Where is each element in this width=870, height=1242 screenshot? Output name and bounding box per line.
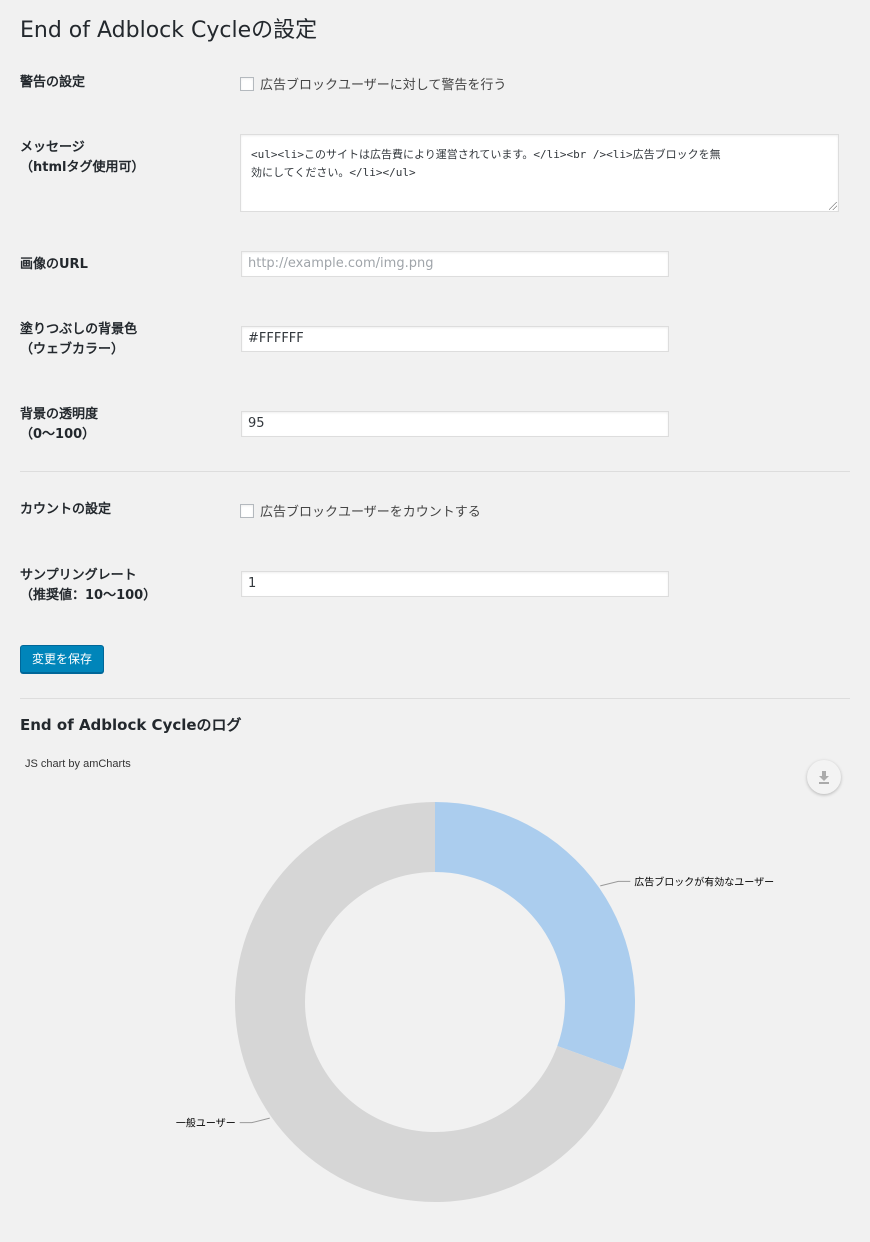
count-setting-label: カウントの設定	[20, 502, 112, 517]
message-label-line1: メッセージ	[20, 140, 85, 155]
donut-label-line-1	[239, 1117, 270, 1124]
image-url-input[interactable]: http://example.com/img.png	[241, 251, 669, 277]
image-url-label: 画像のURL	[20, 257, 88, 272]
bg-color-label-line1: 塗りつぶしの背景色	[20, 322, 138, 337]
donut-slice-0[interactable]	[435, 802, 635, 1070]
count-checkbox[interactable]	[240, 503, 254, 518]
opacity-label-line1: 背景の透明度	[20, 407, 99, 422]
message-text-line2: 効にしてください。</li></ul>	[251, 166, 416, 179]
textarea-resize-handle[interactable]	[829, 202, 837, 210]
warning-checkbox-label[interactable]: 広告ブロックユーザーに対して警告を行う	[260, 74, 506, 93]
bg-color-label-line2: （ウェブカラー）	[20, 342, 125, 357]
donut-label-1: 一般ユーザー	[176, 1117, 236, 1130]
warning-checkbox[interactable]	[240, 76, 254, 91]
donut-label-line-0	[600, 880, 631, 887]
section-divider	[20, 471, 850, 472]
sampling-rate-input[interactable]: 1	[241, 571, 669, 597]
donut-label-0: 広告ブロックが有効なユーザー	[634, 875, 774, 888]
log-title: End of Adblock Cycleのログ	[20, 716, 242, 734]
opacity-input[interactable]: 95	[241, 411, 669, 437]
message-label: メッセージ （htmlタグ使用可）	[20, 138, 144, 178]
opacity-label-line2: （0〜100）	[20, 427, 96, 442]
page-title: End of Adblock Cycleの設定	[20, 18, 318, 43]
warning-setting-label: 警告の設定	[20, 75, 86, 90]
sampling-rate-label: サンプリングレート （推奨値：10〜100）	[20, 566, 156, 606]
bg-color-input[interactable]: #FFFFFF	[241, 326, 669, 352]
chart-credit-link[interactable]: JS chart by amCharts	[25, 758, 131, 770]
sampling-rate-label-line2: （推奨値：10〜100）	[20, 588, 157, 603]
save-changes-button[interactable]: 変更を保存	[20, 645, 104, 673]
count-checkbox-label[interactable]: 広告ブロックユーザーをカウントする	[260, 501, 481, 520]
message-label-line2: （htmlタグ使用可）	[20, 160, 145, 175]
donut-chart: 広告ブロックが有効なユーザー一般ユーザー	[176, 802, 774, 1202]
sampling-rate-label-line1: サンプリングレート	[20, 568, 137, 583]
bg-color-label: 塗りつぶしの背景色 （ウェブカラー）	[20, 320, 137, 360]
log-divider	[20, 698, 850, 699]
count-checkbox-row[interactable]: 広告ブロックユーザーをカウントする	[240, 501, 481, 520]
opacity-label: 背景の透明度 （0〜100）	[20, 405, 98, 445]
warning-checkbox-row[interactable]: 広告ブロックユーザーに対して警告を行う	[240, 74, 506, 93]
message-textarea[interactable]: <ul><li>このサイトは広告費により運営されています。</li><br />…	[240, 134, 839, 212]
message-text-line1: <ul><li>このサイトは広告費により運営されています。</li><br />…	[251, 148, 721, 161]
